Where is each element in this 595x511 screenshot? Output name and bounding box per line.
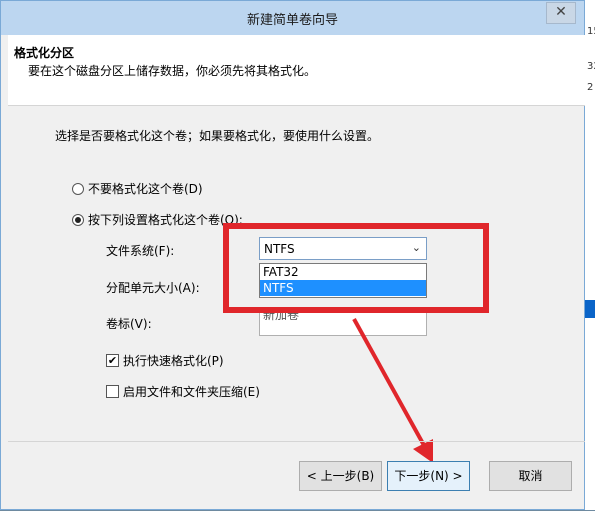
no-format-option[interactable]: 不要格式化这个卷(D) [72,180,203,197]
filesystem-label: 文件系统(F): [106,244,175,258]
close-button[interactable]: ✕ [546,2,576,24]
no-format-label: 不要格式化这个卷(D) [88,182,203,196]
header-title: 格式化分区 [14,46,75,60]
wizard-header: 格式化分区 要在这个磁盘分区上储存数据，你必须先将其格式化。 [8,35,585,106]
cancel-button[interactable]: 取消 [489,461,572,491]
quick-format-label: 执行快速格式化(P) [123,354,224,368]
compression-checkbox[interactable] [106,385,119,398]
background-text: 15 [587,26,595,37]
no-format-radio[interactable] [72,182,84,195]
volume-label-label: 卷标(V): [106,317,152,331]
next-button[interactable]: 下一步(N) > [387,461,470,491]
background-window-right: 15 32 2 [585,0,595,510]
background-blue-strip [585,300,595,318]
back-button[interactable]: < 上一步(B) [299,461,382,491]
header-subtitle: 要在这个磁盘分区上储存数据，你必须先将其格式化。 [28,64,317,78]
intro-text: 选择是否要格式化这个卷；如果要格式化，要使用什么设置。 [55,129,380,143]
allocation-unit-label: 分配单元大小(A): [106,281,200,295]
format-option[interactable]: 按下列设置格式化这个卷(O): [72,211,243,228]
window-title: 新建简单卷向导 [246,13,338,28]
background-text: 2 [587,82,594,93]
format-label: 按下列设置格式化这个卷(O): [88,213,243,227]
compression-label: 启用文件和文件夹压缩(E) [123,385,260,399]
compression-option[interactable]: 启用文件和文件夹压缩(E) [106,383,260,400]
footer-divider [8,441,585,442]
title-bar: 新建简单卷向导 ✕ [1,1,584,35]
new-simple-volume-wizard: 新建简单卷向导 ✕ 格式化分区 要在这个磁盘分区上储存数据，你必须先将其格式化。… [0,0,585,510]
quick-format-checkbox[interactable]: ✔ [106,354,119,367]
quick-format-option[interactable]: ✔ 执行快速格式化(P) [106,352,224,369]
red-annotation-box [223,223,489,313]
background-text: 32 [587,61,595,72]
format-radio[interactable] [72,213,84,226]
